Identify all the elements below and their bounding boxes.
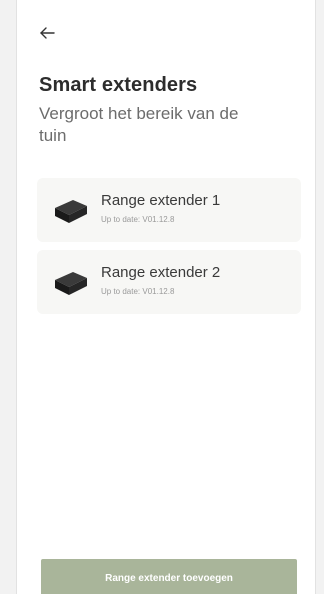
device-firmware-status: Up to date: V01.12.8 [101, 287, 175, 296]
device-name: Range extender 1 [101, 192, 221, 209]
device-card-range-extender-2[interactable]: Range extender 2 Up to date: V01.12.8 [37, 250, 301, 314]
range-extender-device-icon [55, 272, 87, 295]
arrow-left-icon [40, 27, 55, 39]
device-card-range-extender-1[interactable]: Range extender 1 Up to date: V01.12.8 [37, 178, 301, 242]
page-title: Smart extenders [39, 74, 198, 96]
back-button[interactable] [37, 22, 59, 44]
device-name: Range extender 2 [101, 264, 221, 281]
page-subtitle: Vergroot het bereik van de tuin [39, 104, 239, 145]
add-range-extender-button[interactable]: Range extender toevoegen [41, 559, 297, 594]
device-firmware-status: Up to date: V01.12.8 [101, 215, 175, 224]
range-extender-device-icon [55, 200, 87, 223]
app-screen: Smart extenders Vergroot het bereik van … [16, 0, 316, 594]
device-list: Range extender 1 Up to date: V01.12.8 Ra… [37, 178, 301, 322]
